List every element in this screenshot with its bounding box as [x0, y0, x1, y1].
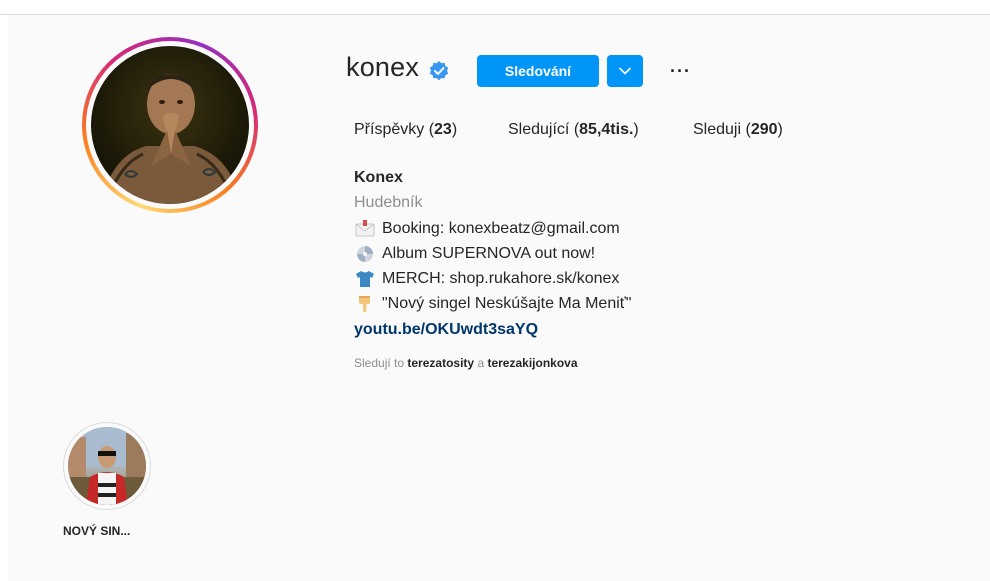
profile-avatar[interactable]: [82, 37, 258, 213]
full-name: Konex: [354, 169, 403, 186]
following-button[interactable]: Sledování: [477, 55, 599, 87]
pointing-down-icon: [354, 294, 376, 314]
more-options-icon[interactable]: ···: [670, 62, 696, 80]
followers-stat[interactable]: Sledující (85,4tis.): [508, 121, 639, 139]
followed-by-user[interactable]: terezakijonkova: [487, 356, 577, 370]
envelope-icon: [354, 219, 376, 239]
highlight-label[interactable]: NOVÝ SIN...: [63, 524, 130, 538]
category-label: Hudebník: [354, 194, 423, 211]
story-highlight[interactable]: [63, 422, 151, 510]
verified-badge-icon: [429, 61, 449, 81]
bio-line-booking: Booking: konexbeatz@gmail.com: [354, 219, 620, 239]
followed-by-user[interactable]: terezatosity: [407, 356, 474, 370]
disc-icon: [354, 244, 376, 264]
posts-stat: Příspěvky (23): [354, 121, 458, 138]
tshirt-icon: [354, 269, 376, 289]
bio-line-merch: MERCH: shop.rukahore.sk/konex: [354, 269, 619, 289]
avatar-image: [101, 74, 241, 204]
username: konex: [346, 52, 420, 82]
avatar-photo: [91, 46, 249, 204]
following-stat[interactable]: Sleduji (290): [693, 121, 783, 139]
highlight-cover: [68, 427, 146, 505]
bio-line-album: Album SUPERNOVA out now!: [354, 244, 595, 264]
bio-external-link[interactable]: youtu.be/OKUwdt3saYQ: [354, 321, 538, 339]
chevron-down-icon: [619, 67, 631, 75]
profile-page: konex Sledování ··· Příspěvky (23) Sledu…: [8, 15, 990, 581]
highlight-image: [68, 427, 146, 505]
followed-by-text[interactable]: Sledují to terezatosity a terezakijonkov…: [354, 356, 578, 370]
suggested-dropdown-button[interactable]: [607, 55, 643, 87]
bio-line-single: "Nový singel Neskúšajte Ma Meniť": [354, 294, 631, 314]
